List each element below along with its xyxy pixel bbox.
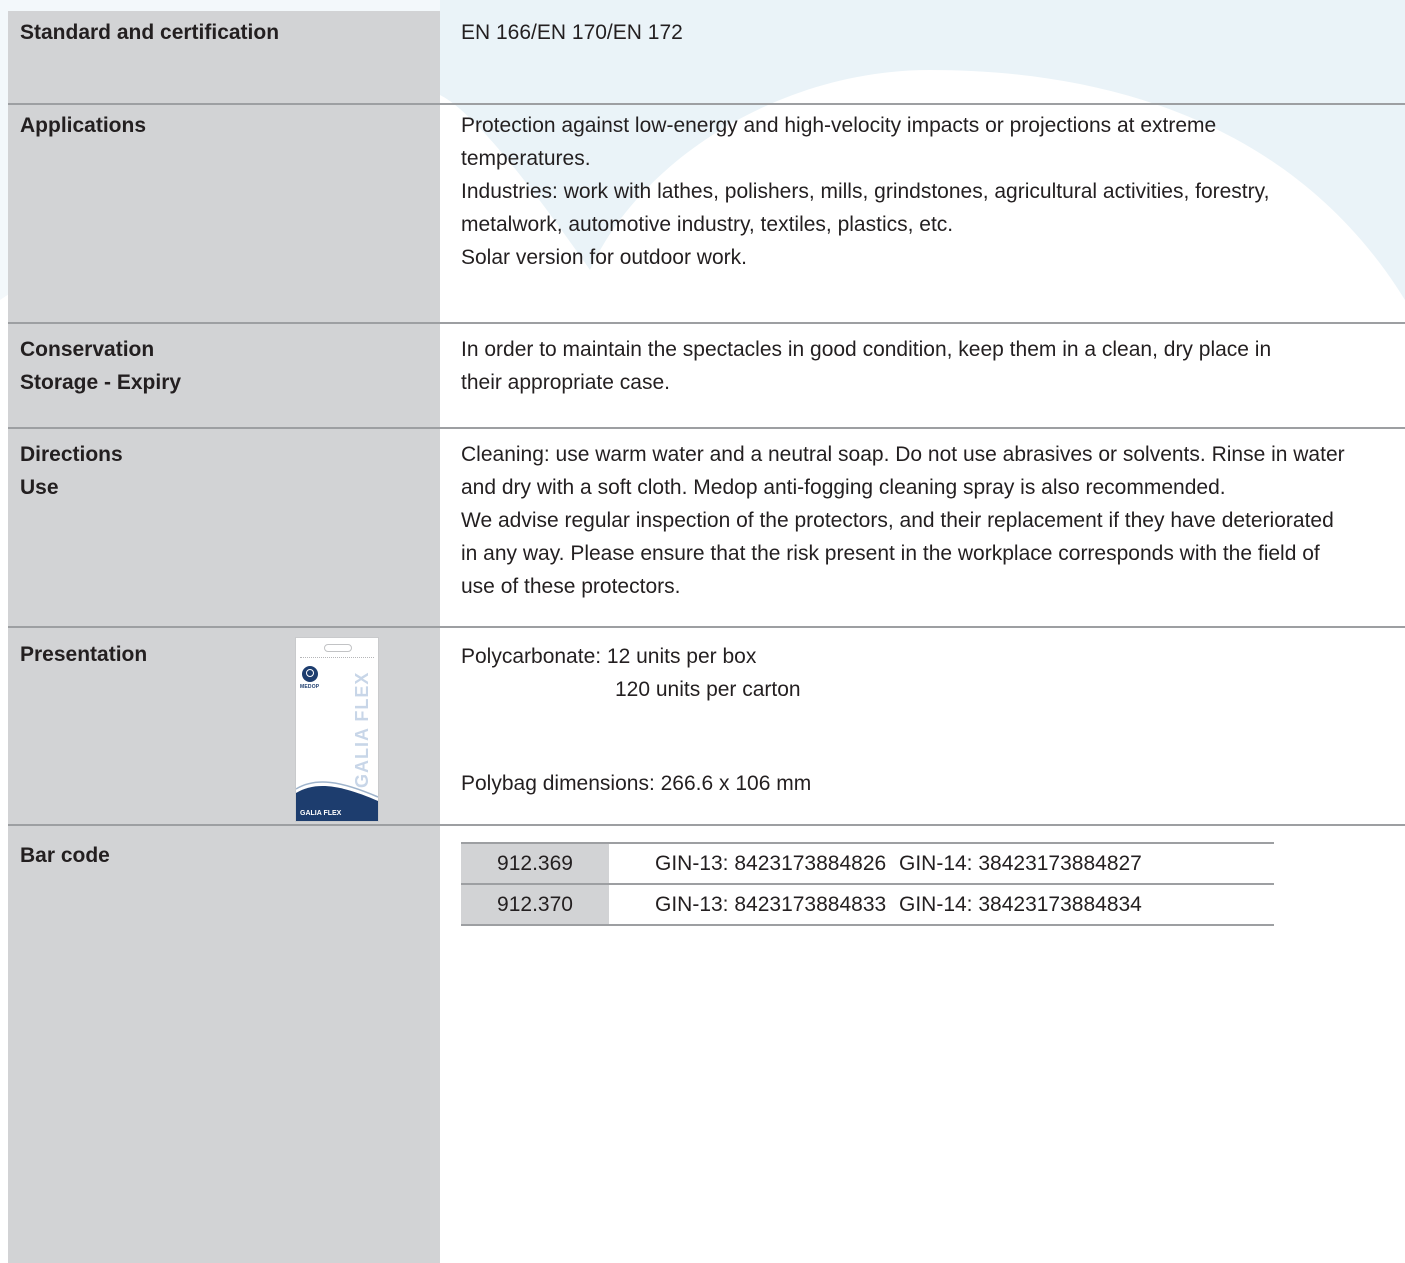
- label-applications: Applications: [20, 114, 147, 137]
- hang-hole-icon: [324, 644, 352, 652]
- table-cell-gin14: GIN-14: 38423173884827: [899, 842, 1274, 885]
- barcode-table: 912.369 GIN-13: 8423173884826 GIN-14: 38…: [461, 842, 1274, 926]
- row-divider: [8, 427, 1405, 429]
- text-line: We advise regular inspection of the prot…: [461, 509, 1334, 532]
- table-cell-gin13: GIN-13: 8423173884826: [609, 842, 899, 885]
- text-line: and dry with a soft cloth. Medop anti-fo…: [461, 476, 1226, 499]
- text-line: Cleaning: use warm water and a neutral s…: [461, 443, 1345, 466]
- text-line: use of these protectors.: [461, 575, 681, 598]
- label-line: Storage - Expiry: [20, 371, 182, 394]
- label-directions: Directions Use: [20, 438, 123, 504]
- row-conservation: Conservation Storage - Expiry In order t…: [8, 333, 1405, 425]
- package-vertical-name: GALIA FLEX: [352, 671, 372, 788]
- value-directions: Cleaning: use warm water and a neutral s…: [461, 438, 1345, 603]
- row-standard: Standard and certification EN 166/EN 170…: [8, 16, 1405, 104]
- table-cell-code: 912.370: [461, 884, 609, 926]
- label-line: Directions: [20, 443, 123, 466]
- package-image: MEDOP GALIA FLEX GALIA FLEX: [295, 637, 379, 822]
- row-divider: [8, 626, 1405, 628]
- medop-logo-icon: [302, 666, 318, 682]
- text-line: Protection against low-energy and high-v…: [461, 114, 1217, 137]
- row-directions: Directions Use Cleaning: use warm water …: [8, 438, 1405, 623]
- value-applications: Protection against low-energy and high-v…: [461, 109, 1269, 274]
- text-line: In order to maintain the spectacles in g…: [461, 338, 1272, 361]
- row-barcode: Bar code 912.369 GIN-13: 8423173884826 G…: [8, 826, 1405, 1263]
- text-line: 120 units per carton: [615, 678, 801, 701]
- text-line: Industries: work with lathes, polishers,…: [461, 180, 1270, 203]
- value-presentation: Polycarbonate: 12 units per box 120 unit…: [461, 640, 811, 800]
- package-brand: MEDOP: [300, 684, 320, 690]
- value-conservation: In order to maintain the spectacles in g…: [461, 333, 1271, 399]
- row-applications: Applications Protection against low-ener…: [8, 109, 1405, 319]
- text-line: temperatures.: [461, 147, 591, 170]
- label-conservation: Conservation Storage - Expiry: [20, 333, 181, 399]
- text-line: their appropriate case.: [461, 371, 670, 394]
- row-divider: [8, 824, 1405, 826]
- table-cell-gin13: GIN-13: 8423173884833: [609, 884, 899, 926]
- table-row: 912.370 GIN-13: 8423173884833 GIN-14: 38…: [461, 884, 1274, 926]
- label-barcode: Bar code: [20, 844, 110, 867]
- perforation-line: [300, 657, 374, 658]
- label-presentation: Presentation: [20, 643, 148, 666]
- text-line: metalwork, automotive industry, textiles…: [461, 213, 954, 236]
- text-line: in any way. Please ensure that the risk …: [461, 542, 1320, 565]
- table-row: 912.369 GIN-13: 8423173884826 GIN-14: 38…: [461, 842, 1274, 885]
- label-line: Use: [20, 476, 59, 499]
- table-cell-code: 912.369: [461, 842, 609, 885]
- label-line: Conservation: [20, 338, 155, 361]
- row-presentation: Presentation MEDOP GALIA FLEX GALIA FLEX…: [8, 630, 1405, 822]
- text-line: Polycarbonate: 12 units per box: [461, 645, 757, 668]
- text-line: Polybag dimensions: 266.6 x 106 mm: [461, 772, 812, 795]
- table-cell-gin14: GIN-14: 38423173884834: [899, 884, 1274, 926]
- package-bottom-name: GALIA FLEX: [300, 810, 342, 817]
- row-divider: [8, 322, 1405, 324]
- value-standard: EN 166/EN 170/EN 172: [461, 21, 683, 44]
- label-standard: Standard and certification: [20, 21, 280, 44]
- text-line: Solar version for outdoor work.: [461, 246, 747, 269]
- row-divider: [8, 103, 1405, 105]
